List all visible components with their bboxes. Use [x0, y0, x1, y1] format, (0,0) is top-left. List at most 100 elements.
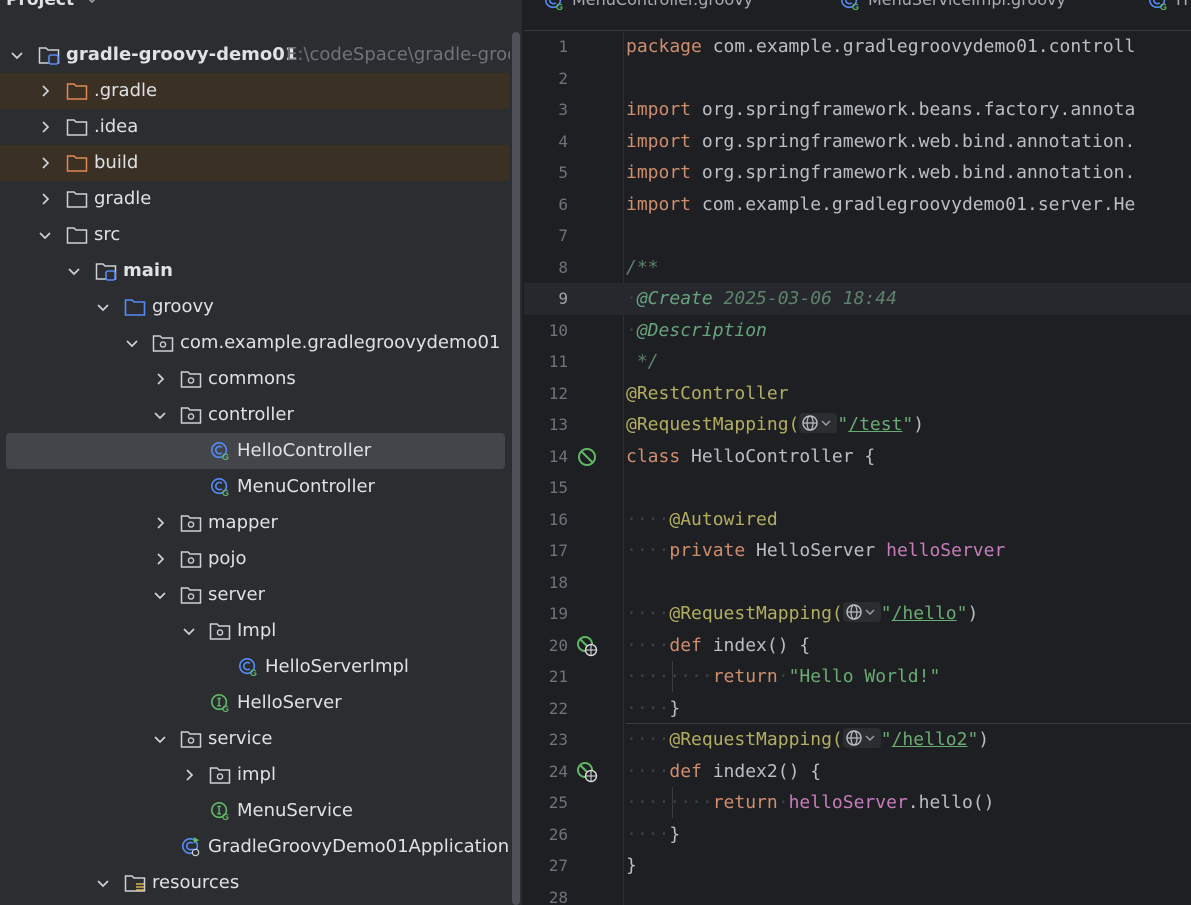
code-line[interactable]: 8 /** — [524, 252, 1191, 284]
tree-node-pojo[interactable]: pojo — [0, 541, 510, 577]
code-line[interactable]: 17 ····private HelloServer helloServer — [524, 535, 1191, 567]
code-line[interactable]: 27} — [524, 850, 1191, 882]
code-line[interactable]: 18 — [524, 567, 1191, 599]
chevron-right-icon[interactable] — [182, 768, 196, 782]
chevron-down-icon[interactable] — [153, 588, 167, 602]
code-line[interactable]: 25 ········return·helloServer.hello() — [524, 787, 1191, 819]
line-number: 26 — [548, 824, 568, 844]
project-scrollbar-thumb[interactable] — [512, 32, 520, 905]
tree-node-main[interactable]: main — [0, 253, 510, 289]
code-line[interactable]: 2 — [524, 63, 1191, 95]
chevron-down-icon[interactable] — [96, 876, 110, 890]
whitespace-marker: · — [777, 792, 789, 813]
globe-icon[interactable] — [799, 413, 838, 433]
chevron-down-icon[interactable] — [153, 732, 167, 746]
chevron-right-icon[interactable] — [38, 156, 52, 170]
code-token: HelloController { — [680, 445, 876, 467]
code-line[interactable]: 15 — [524, 472, 1191, 504]
url-path-link[interactable]: /test — [848, 414, 902, 435]
code-line[interactable]: 13 @RequestMapping("/test") — [524, 409, 1191, 441]
tree-node-mapper[interactable]: mapper — [0, 505, 510, 541]
tree-node-resources[interactable]: resources — [0, 865, 510, 901]
tree-node-hello-server-impl[interactable]: G HelloServerImpl — [0, 649, 510, 685]
tree-node-service-impl[interactable]: impl — [0, 757, 510, 793]
tree-node-menu-controller[interactable]: G MenuController — [0, 469, 510, 505]
line-number: 6 — [558, 194, 568, 214]
whitespace-marker: ···· — [626, 634, 670, 656]
tab-menu-service-impl[interactable]: G MenuServiceImpl.groovy — [840, 0, 1066, 12]
chevron-down-icon[interactable] — [86, 0, 98, 6]
tab-menu-controller[interactable]: G MenuController.groovy — [544, 0, 753, 12]
comment: 2025-03-06 18:44 — [712, 288, 897, 309]
chevron-right-icon[interactable] — [38, 120, 52, 134]
chevron-down-icon[interactable] — [10, 48, 24, 62]
tree-node-groovy[interactable]: groovy — [0, 289, 510, 325]
tree-node-service[interactable]: service — [0, 721, 510, 757]
globe-icon[interactable] — [842, 602, 881, 622]
url-path-link[interactable]: /hello2 — [892, 729, 968, 750]
code-line[interactable]: 1 package com.example.gradlegroovydemo01.… — [524, 31, 1191, 63]
editor-tab-bar: G MenuController.groovy G MenuServiceImpl.… — [524, 0, 1191, 31]
chevron-down-icon[interactable] — [125, 336, 139, 350]
code-line[interactable]: 3 import org.springframework.beans.factor… — [524, 94, 1191, 126]
tree-node-gradle-groovy-demo01[interactable]: gradle-groovy-demo01 E:\codeSpace\gradle… — [0, 37, 522, 73]
code-line[interactable]: 20 ····def index() { — [524, 630, 1191, 662]
code-line[interactable]: 7 — [524, 220, 1191, 252]
line-number: 7 — [558, 226, 568, 245]
endpoint-gutter-icon[interactable] — [576, 635, 598, 657]
chevron-right-icon[interactable] — [153, 372, 167, 386]
code-editor[interactable]: 1 package com.example.gradlegroovydemo01.… — [524, 31, 1191, 905]
chevron-down-icon[interactable] — [96, 300, 110, 314]
chevron-right-icon[interactable] — [153, 552, 167, 566]
tree-node-application[interactable]: GradleGroovyDemo01Application — [0, 829, 510, 865]
chevron-down-icon[interactable] — [153, 408, 167, 422]
tree-node-server[interactable]: server — [0, 577, 510, 613]
tree-node-server-impl[interactable]: Impl — [0, 613, 510, 649]
endpoint-gutter-icon[interactable] — [576, 761, 598, 783]
code-line[interactable]: 4 import org.springframework.web.bind.ann… — [524, 126, 1191, 158]
tree-node-path: E:\codeSpace\gradle-groovy — [286, 44, 522, 65]
tree-node-gradle[interactable]: gradle — [0, 181, 510, 217]
code-line[interactable]: 6 import com.example.gradlegroovydemo01.s… — [524, 189, 1191, 221]
tree-node-commons[interactable]: commons — [0, 361, 510, 397]
code-line[interactable]: 24 ····def index2() { — [524, 756, 1191, 788]
tree-node-controller[interactable]: controller — [0, 397, 510, 433]
code-token: org.springframework.web.bind.annotation. — [691, 130, 1136, 152]
chevron-down-icon[interactable] — [182, 624, 196, 638]
tree-node-package-root[interactable]: com.example.gradlegroovydemo01 — [0, 325, 510, 361]
code-line[interactable]: 28 — [524, 882, 1191, 905]
code-line[interactable]: 14 class HelloController { — [524, 441, 1191, 473]
string-quote: " — [956, 603, 968, 624]
tree-node-menu-service[interactable]: G MenuService — [0, 793, 510, 829]
tree-node-build[interactable]: build — [0, 145, 510, 181]
url-path-link[interactable]: /hello — [892, 603, 957, 624]
chevron-right-icon[interactable] — [153, 516, 167, 530]
tree-node-hello-server[interactable]: G HelloServer — [0, 685, 510, 721]
globe-icon[interactable] — [842, 728, 881, 748]
chevron-right-icon[interactable] — [38, 192, 52, 206]
spring-bean-gutter-icon[interactable] — [576, 446, 598, 468]
code-line[interactable]: 19 ····@RequestMapping("/hello") — [524, 598, 1191, 630]
code-line[interactable]: 21 ········return·"Hello World!" — [524, 661, 1191, 693]
tree-node-src[interactable]: src — [0, 217, 510, 253]
tab-truncated[interactable]: GH — [1148, 0, 1188, 12]
code-text: import org.springframework.beans.factory… — [626, 94, 1135, 126]
code-line[interactable]: 10 ·@Description — [524, 315, 1191, 347]
tree-node-gradle-cache[interactable]: .gradle — [0, 73, 510, 109]
tree-node-hello-controller[interactable]: G HelloController — [6, 433, 505, 469]
code-line[interactable]: 5 import org.springframework.web.bind.ann… — [524, 157, 1191, 189]
project-scrollbar[interactable] — [510, 32, 522, 905]
code-line[interactable]: 11 */ — [524, 346, 1191, 378]
code-line[interactable]: 16 ····@Autowired — [524, 504, 1191, 536]
code-line[interactable]: 23 ····@RequestMapping("/hello2") — [524, 724, 1191, 756]
chevron-down-icon[interactable] — [38, 228, 52, 242]
code-line-current[interactable]: 9 ·@Create 2025-03-06 18:44 — [524, 283, 1191, 315]
code-line[interactable]: 22 ····} — [524, 693, 1191, 725]
chevron-right-icon[interactable] — [38, 84, 52, 98]
code-line[interactable]: 12 @RestController — [524, 378, 1191, 410]
chevron-down-icon[interactable] — [67, 264, 81, 278]
svg-text:G: G — [1160, 2, 1167, 11]
code-line[interactable]: 26 ····} — [524, 819, 1191, 851]
project-panel-title[interactable]: Project — [6, 0, 98, 14]
tree-node-idea[interactable]: .idea — [0, 109, 510, 145]
